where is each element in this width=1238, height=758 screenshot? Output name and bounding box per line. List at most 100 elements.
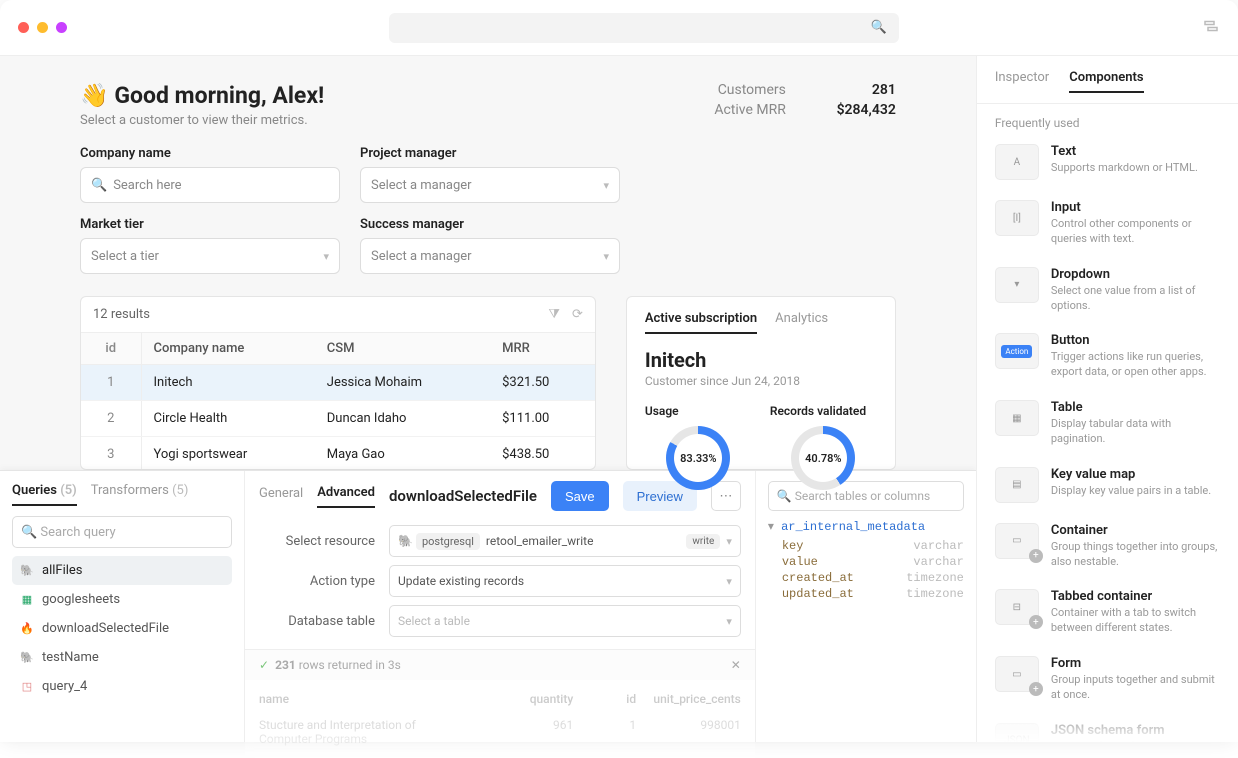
fullscreen-icon[interactable] bbox=[56, 22, 67, 33]
sm-label: Success manager bbox=[360, 217, 620, 232]
pm-label: Project manager bbox=[360, 146, 620, 161]
global-search[interactable]: 🔍 bbox=[389, 13, 899, 43]
fb-icon: 🔥 bbox=[20, 622, 34, 636]
save-button[interactable]: Save bbox=[551, 481, 609, 511]
table-row[interactable]: 1InitechJessica Mohaim$321.50 bbox=[81, 365, 595, 401]
query-item[interactable]: 🐘testName bbox=[12, 643, 232, 672]
tab-transformers[interactable]: Transformers (5) bbox=[91, 483, 189, 506]
gs-icon: ▦ bbox=[20, 593, 34, 607]
tab-advanced[interactable]: Advanced bbox=[317, 485, 375, 508]
query-editor-panel: Queries (5) Transformers (5) 🔍 Search qu… bbox=[0, 470, 976, 742]
component-item[interactable]: ▦TableDisplay tabular data with paginati… bbox=[991, 390, 1224, 457]
company-name-label: Company name bbox=[80, 146, 340, 161]
layers-icon[interactable] bbox=[1202, 17, 1220, 39]
more-button[interactable]: ⋯ bbox=[711, 481, 741, 511]
resource-label: Select resource bbox=[259, 534, 389, 549]
query-item[interactable]: 🐘allFiles bbox=[12, 556, 232, 585]
customer-since: Customer since Jun 24, 2018 bbox=[645, 374, 877, 388]
table-row[interactable]: 2Circle HealthDuncan Idaho$111.00 bbox=[81, 401, 595, 437]
component-thumb: ▾ bbox=[995, 267, 1039, 303]
window-controls bbox=[18, 22, 67, 33]
close-icon[interactable] bbox=[18, 22, 29, 33]
component-item[interactable]: ATextSupports markdown or HTML. bbox=[991, 134, 1224, 190]
customers-table: 12 results ⧩ ⟳ id Company name CSM MRR 1… bbox=[80, 296, 596, 470]
component-item[interactable]: JSONJSON schema formGenerate forms from … bbox=[991, 713, 1224, 742]
result-status: ✓ 231 rows returned in 3s ✕ bbox=[245, 649, 755, 680]
tier-label: Market tier bbox=[80, 217, 340, 232]
component-thumb: Action bbox=[995, 333, 1039, 369]
search-icon: 🔍 bbox=[91, 178, 107, 193]
pm-select[interactable]: Select a manager▾ bbox=[360, 167, 620, 203]
component-item[interactable]: ▾DropdownSelect one value from a list of… bbox=[991, 257, 1224, 324]
filter-icon[interactable]: ⧩ bbox=[548, 307, 560, 322]
company-search-input[interactable]: 🔍Search here bbox=[80, 167, 340, 203]
components-panel: Inspector Components Frequently used ATe… bbox=[976, 56, 1238, 742]
schema-column[interactable]: updated_attimezone bbox=[768, 586, 964, 602]
results-count: 12 results bbox=[93, 307, 150, 322]
query-item[interactable]: ▦googlesheets bbox=[12, 585, 232, 614]
records-gauge: 40.78% bbox=[791, 426, 855, 490]
check-icon: ✓ bbox=[259, 658, 269, 672]
search-icon: 🔍 bbox=[21, 525, 37, 540]
records-label: Records validated bbox=[770, 404, 877, 418]
tab-active-subscription[interactable]: Active subscription bbox=[645, 311, 757, 334]
chevron-down-icon: ▾ bbox=[726, 535, 732, 548]
component-item[interactable]: ActionButtonTrigger actions like run que… bbox=[991, 323, 1224, 390]
page-title: 👋 Good morning, Alex! bbox=[80, 82, 324, 109]
chevron-down-icon: ▾ bbox=[603, 250, 609, 263]
minimize-icon[interactable] bbox=[37, 22, 48, 33]
summary-metrics: Customers281 Active MRR$284,432 bbox=[696, 82, 896, 146]
search-icon: 🔍 bbox=[777, 489, 792, 503]
action-type-select[interactable]: Update existing records▾ bbox=[389, 565, 741, 597]
db-table-select[interactable]: Select a table▾ bbox=[389, 605, 741, 637]
component-item[interactable]: ⊟+Tabbed containerContainer with a tab t… bbox=[991, 579, 1224, 646]
schema-column[interactable]: keyvarchar bbox=[768, 538, 964, 554]
action-type-label: Action type bbox=[259, 574, 389, 589]
component-item[interactable]: ▭+FormGroup inputs together and submit a… bbox=[991, 646, 1224, 713]
component-item[interactable]: ▤Key value mapDisplay key value pairs in… bbox=[991, 457, 1224, 513]
tab-analytics[interactable]: Analytics bbox=[775, 311, 828, 334]
tier-select[interactable]: Select a tier▾ bbox=[80, 238, 340, 274]
component-thumb: JSON bbox=[995, 723, 1039, 742]
refresh-icon[interactable]: ⟳ bbox=[572, 307, 583, 322]
query-item[interactable]: 🔥downloadSelectedFile bbox=[12, 614, 232, 643]
component-thumb: ▭+ bbox=[995, 656, 1039, 692]
component-item[interactable]: [I]InputControl other components or quer… bbox=[991, 190, 1224, 257]
header-section: 👋 Good morning, Alex! Select a customer … bbox=[0, 56, 976, 286]
schema-browser: 🔍 Search tables or columns ▾ ar_internal… bbox=[756, 471, 976, 742]
component-thumb: [I] bbox=[995, 200, 1039, 236]
query-item[interactable]: ◳query_4 bbox=[12, 672, 232, 701]
tab-components[interactable]: Components bbox=[1069, 70, 1143, 93]
schema-column[interactable]: valuevarchar bbox=[768, 554, 964, 570]
resource-select[interactable]: 🐘 postgresql retool_emailer_write write … bbox=[389, 525, 741, 557]
rt-icon: ◳ bbox=[20, 680, 34, 694]
search-icon: 🔍 bbox=[871, 20, 887, 35]
component-thumb: ▤ bbox=[995, 467, 1039, 503]
pg-icon: 🐘 bbox=[20, 564, 34, 578]
tab-queries[interactable]: Queries (5) bbox=[12, 483, 77, 506]
query-search-input[interactable]: 🔍 Search query bbox=[12, 516, 232, 548]
usage-gauge: 83.33% bbox=[666, 426, 730, 490]
customer-detail: Active subscription Analytics Initech Cu… bbox=[626, 296, 896, 470]
chevron-down-icon: ▾ bbox=[603, 179, 609, 192]
component-thumb: ▦ bbox=[995, 400, 1039, 436]
component-item[interactable]: ▭+ContainerGroup things together into gr… bbox=[991, 513, 1224, 580]
titlebar: 🔍 bbox=[0, 0, 1238, 56]
component-thumb: ⊟+ bbox=[995, 589, 1039, 625]
usage-label: Usage bbox=[645, 404, 752, 418]
results-preview: namequantityidunit_price_cents Stucture … bbox=[245, 680, 755, 758]
tab-inspector[interactable]: Inspector bbox=[995, 70, 1049, 93]
postgres-icon: 🐘 bbox=[398, 534, 413, 548]
schema-search-input[interactable]: 🔍 Search tables or columns bbox=[768, 481, 964, 511]
customer-name: Initech bbox=[645, 348, 877, 372]
table-row[interactable]: 3Yogi sportswearMaya Gao$438.50 bbox=[81, 437, 595, 471]
db-table-label: Database table bbox=[259, 614, 389, 629]
tab-general[interactable]: General bbox=[259, 486, 303, 507]
query-title: downloadSelectedFile bbox=[389, 487, 537, 505]
component-thumb: ▭+ bbox=[995, 523, 1039, 559]
schema-column[interactable]: created_attimezone bbox=[768, 570, 964, 586]
close-icon[interactable]: ✕ bbox=[731, 658, 741, 672]
table-header-row: id Company name CSM MRR bbox=[81, 333, 595, 365]
schema-table-name[interactable]: ▾ ar_internal_metadata bbox=[768, 519, 964, 534]
sm-select[interactable]: Select a manager▾ bbox=[360, 238, 620, 274]
